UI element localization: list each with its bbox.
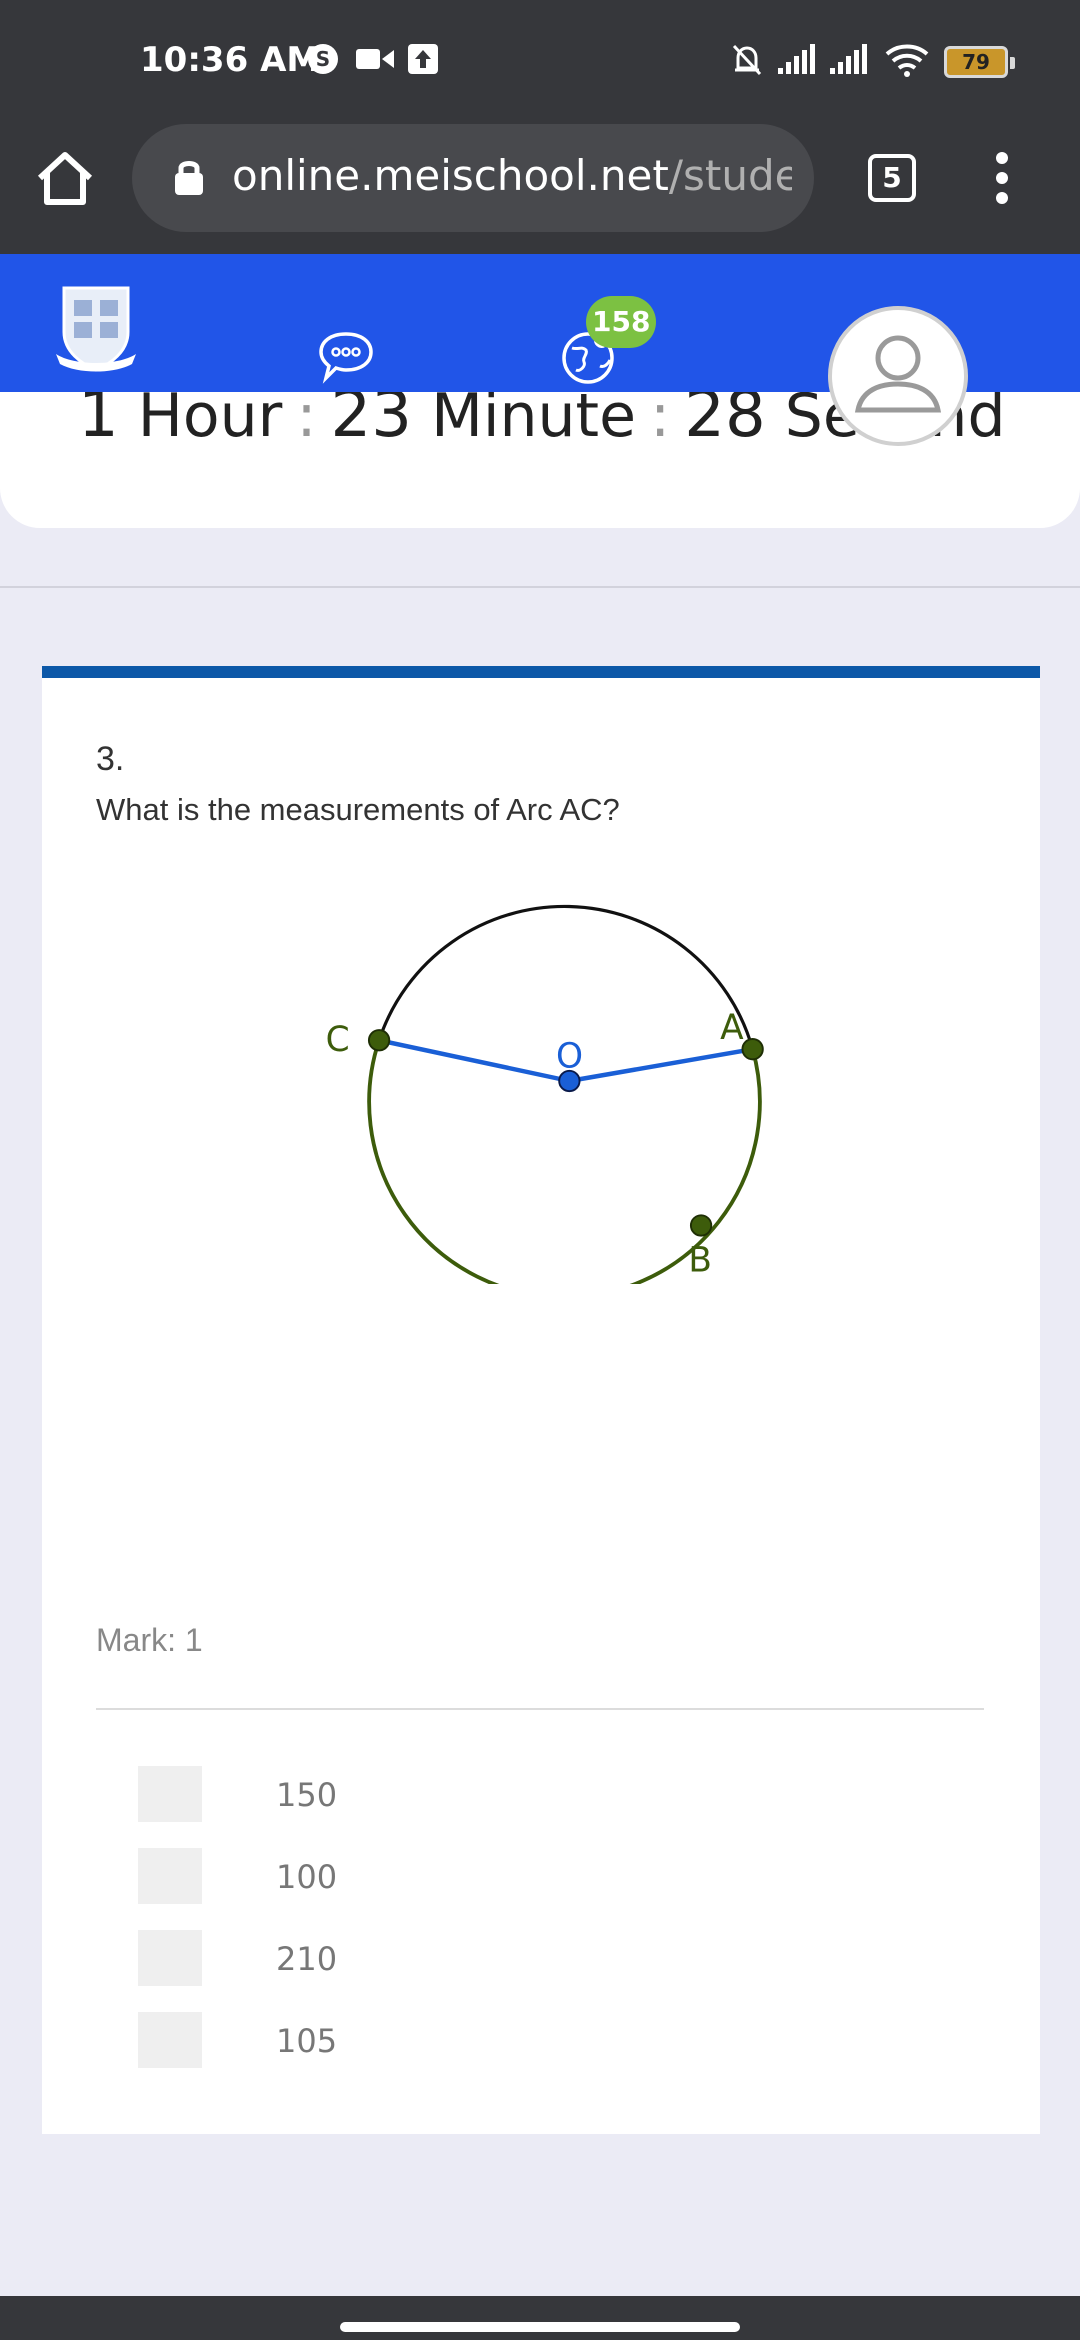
option-checkbox[interactable] <box>138 1848 202 1904</box>
circle-arc-figure: C A B O 210 <box>326 904 764 1284</box>
section-divider <box>0 586 1080 588</box>
chat-icon[interactable] <box>318 330 374 384</box>
answer-option[interactable]: 210 <box>138 1930 838 1986</box>
minor-arc-ca <box>377 904 755 1050</box>
radius-oa <box>568 1046 754 1084</box>
question-card: 3. What is the measurements of Arc AC? C… <box>42 666 1040 2134</box>
option-label: 210 <box>276 1940 338 1978</box>
app-header: 158 <box>0 254 1080 446</box>
status-bar: 10:36 AM S 79 <box>0 0 1080 124</box>
point-b <box>689 1214 713 1237</box>
overflow-menu-icon[interactable] <box>990 150 1014 206</box>
answer-option[interactable]: 105 <box>138 2012 838 2068</box>
label-o: O <box>556 1037 583 1077</box>
answer-option[interactable]: 100 <box>138 1848 838 1904</box>
wifi-icon <box>885 44 929 77</box>
svg-text:S: S <box>316 47 330 71</box>
question-text: What is the measurements of Arc AC? <box>96 792 620 827</box>
url-domain: online.meischool.net <box>232 151 669 200</box>
status-time: 10:36 AM <box>140 40 321 80</box>
option-checkbox[interactable] <box>138 1766 202 1822</box>
mute-bell-icon <box>732 44 762 76</box>
school-logo-icon[interactable] <box>54 280 138 376</box>
lock-icon <box>175 161 203 195</box>
signal-icon-2 <box>830 44 867 74</box>
answer-option[interactable]: 150 <box>138 1766 838 1822</box>
option-label: 105 <box>276 2022 338 2060</box>
label-b: B <box>688 1240 712 1280</box>
home-icon[interactable] <box>34 150 96 208</box>
point-c <box>367 1029 391 1052</box>
browser-toolbar: online.meischool.net/student 5 <box>0 124 1080 254</box>
option-label: 150 <box>276 1776 338 1814</box>
label-c: C <box>326 1020 350 1060</box>
signal-icon-1 <box>778 44 815 74</box>
profile-avatar-icon[interactable] <box>826 304 970 448</box>
question-number: 3. <box>96 740 125 778</box>
question-mark: Mark: 1 <box>96 1622 203 1658</box>
url-path: /student <box>668 151 792 200</box>
skype-icon: S <box>308 44 338 74</box>
notification-badge: 158 <box>586 296 657 348</box>
question-divider <box>96 1708 984 1710</box>
label-a: A <box>720 1008 744 1048</box>
radius-oc <box>378 1038 570 1084</box>
video-camera-icon <box>356 49 394 69</box>
system-nav-bar <box>0 2296 1080 2340</box>
option-checkbox[interactable] <box>138 1930 202 1986</box>
home-indicator[interactable] <box>340 2322 740 2332</box>
option-checkbox[interactable] <box>138 2012 202 2068</box>
upload-icon <box>408 44 438 74</box>
battery-indicator: 79 <box>944 46 1015 78</box>
option-label: 100 <box>276 1858 338 1896</box>
tab-switcher-button[interactable]: 5 <box>868 154 916 202</box>
url-text: online.meischool.net/student <box>232 151 792 200</box>
point-a <box>741 1038 764 1061</box>
address-bar[interactable]: online.meischool.net/student <box>132 124 814 232</box>
